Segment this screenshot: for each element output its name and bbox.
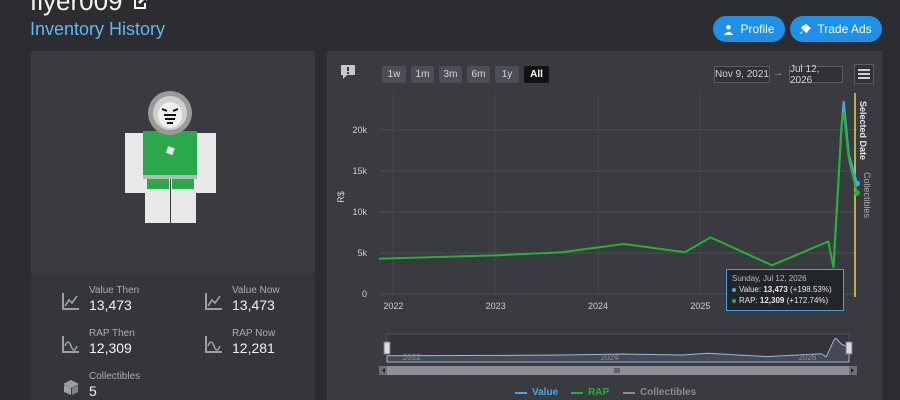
box-icon: [63, 380, 79, 395]
legend-label: Value: [532, 387, 559, 398]
tooltip-label: Value:: [739, 285, 762, 294]
chart-panel: 1w 1m 3m 6m 1y All Nov 9, 2021 → Jul 12,…: [327, 51, 882, 400]
username-text: flyer009: [30, 0, 123, 16]
tooltip-change: (+198.53%): [790, 285, 832, 294]
tooltip-change: (+172.74%): [786, 296, 829, 305]
y-tick-label: 10k: [352, 207, 367, 217]
chart-line-icon: [205, 293, 222, 310]
y-tick-label: 15k: [352, 166, 367, 176]
chart-line-icon: [62, 293, 79, 310]
stat-value-then: Value Then 13,473: [61, 285, 139, 313]
navigator-handle-left: [383, 341, 391, 355]
profile-button-label: Profile: [740, 22, 775, 36]
y-axis-label: R$: [336, 191, 346, 203]
page-subtitle: Inventory History: [30, 19, 166, 39]
chart-wave-icon: [62, 336, 79, 353]
y-tick-label: 20k: [352, 125, 367, 135]
stat-label: Collectibles: [89, 371, 141, 382]
chart-tooltip: Sunday, Jul 12, 2026 Value: 13,473 (+198…: [726, 269, 844, 311]
pin-icon: [800, 23, 812, 34]
navigator-tick-label: 2026: [799, 353, 817, 362]
x-tick-label: 2022: [383, 301, 403, 311]
tooltip-value-row: Value: 13,473 (+198.53%): [732, 284, 838, 295]
selected-date-label: Selected Date: [858, 101, 868, 160]
external-link-icon[interactable]: [131, 0, 149, 11]
y-tick-label: 0: [362, 289, 367, 299]
legend-label: Collectibles: [640, 387, 697, 398]
stat-label: Value Now: [232, 285, 280, 296]
x-tick-label: 2024: [588, 301, 608, 311]
tooltip-label: RAP:: [739, 296, 758, 305]
stat-value: 13,473: [232, 297, 275, 313]
stat-value-now: Value Now 13,473: [204, 285, 280, 313]
series-line-rap: [378, 111, 858, 268]
trade-ads-button[interactable]: Trade Ads: [790, 16, 882, 42]
stat-label: Value Then: [89, 285, 140, 296]
stat-value: 5: [89, 383, 97, 399]
navigator-tick-label: 2022: [403, 353, 421, 362]
value-dot: [732, 287, 736, 292]
legend-item-rap[interactable]: RAP: [571, 387, 609, 398]
chart-wave-icon: [205, 336, 222, 353]
stats-section: Value Then 13,473 Value Now 13,473 RAP The…: [31, 273, 315, 400]
navigator-handle-right: [845, 341, 853, 355]
x-tick-label: 2023: [486, 301, 506, 311]
stat-collectibles: Collectibles 5: [61, 371, 140, 399]
stat-rap-then: RAP Then 12,309: [61, 328, 135, 356]
avatar: [31, 51, 315, 273]
navigator-scrollbar: [379, 366, 857, 375]
legend-item-collectibles[interactable]: Collectibles: [623, 387, 696, 398]
avatar-figure: [125, 91, 216, 223]
stat-label: RAP Now: [232, 328, 276, 339]
stat-value: 12,281: [232, 340, 275, 356]
username-heading: flyer009: [30, 0, 149, 17]
inventory-summary-panel: Value Then 13,473 Value Now 13,473 RAP The…: [31, 51, 315, 400]
legend-swatch: [623, 391, 635, 394]
legend-item-value[interactable]: Value: [515, 387, 558, 398]
trade-ads-button-label: Trade Ads: [817, 22, 872, 36]
tooltip-value: 13,473: [763, 285, 788, 294]
y-tick-label: 5k: [357, 248, 367, 258]
rap-dot: [732, 298, 736, 303]
profile-button[interactable]: Profile: [713, 16, 785, 42]
legend-swatch: [571, 391, 583, 394]
stat-label: RAP Then: [89, 328, 135, 339]
series-marker-rap: [854, 190, 860, 197]
legend-swatch: [515, 391, 527, 394]
stat-value: 13,473: [89, 297, 132, 313]
collectibles-axis-label: Collectibles: [862, 172, 872, 219]
user-icon: [724, 24, 734, 35]
x-tick-label: 2025: [690, 301, 710, 311]
tooltip-rap-row: RAP: 12,309 (+172.74%): [732, 295, 838, 306]
tooltip-value: 12,309: [759, 296, 785, 305]
stat-rap-now: RAP Now 12,281: [204, 328, 275, 356]
navigator-tick-label: 2024: [601, 353, 619, 362]
legend-label: RAP: [588, 387, 610, 398]
tooltip-date: Sunday, Jul 12, 2026: [732, 274, 807, 283]
inventory-chart[interactable]: 0 5k 10k 15k 20k 2022 2023 2024 2025 R$ Selected D…: [327, 51, 882, 400]
stat-value: 12,309: [89, 340, 132, 356]
